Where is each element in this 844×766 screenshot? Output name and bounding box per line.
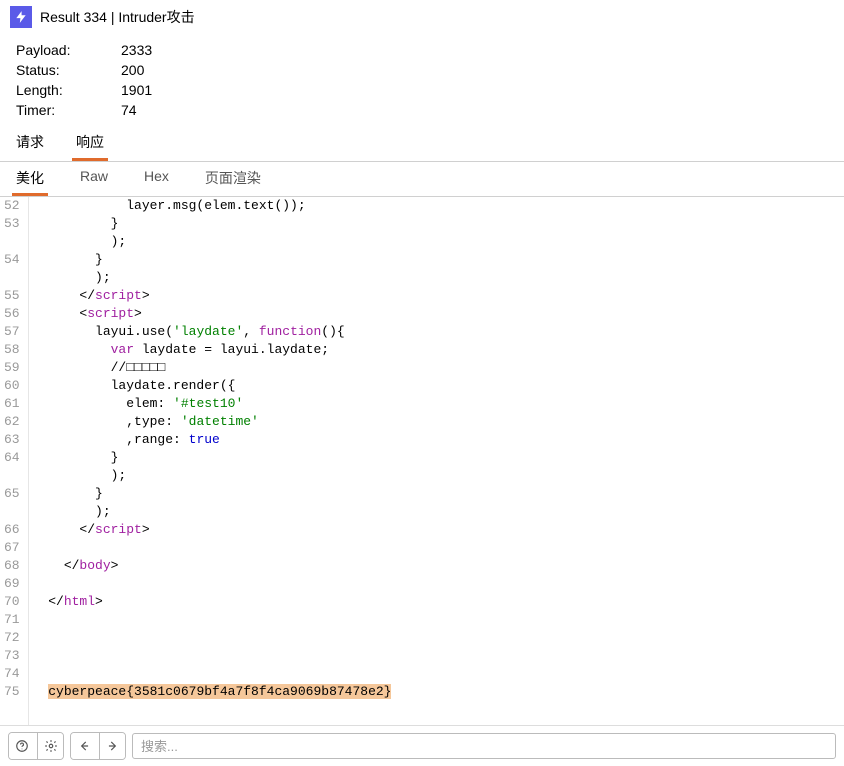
prev-button[interactable] (71, 733, 97, 759)
gear-icon (44, 739, 58, 753)
payload-value: 2333 (121, 40, 152, 60)
search-input[interactable] (132, 733, 836, 759)
help-button[interactable] (9, 733, 35, 759)
window-title: Result 334 | Intruder攻击 (40, 7, 195, 27)
help-icon (15, 739, 29, 753)
tab-hex[interactable]: Hex (140, 166, 173, 196)
app-icon (10, 6, 32, 28)
timer-value: 74 (121, 100, 137, 120)
tab-response[interactable]: 响应 (72, 128, 108, 161)
tab-raw[interactable]: Raw (76, 166, 112, 196)
next-button[interactable] (99, 733, 125, 759)
view-tabs: 美化 Raw Hex 页面渲染 (0, 162, 844, 197)
length-value: 1901 (121, 80, 152, 100)
request-response-tabs: 请求 响应 (0, 124, 844, 162)
status-value: 200 (121, 60, 144, 80)
settings-button[interactable] (37, 733, 63, 759)
tab-render[interactable]: 页面渲染 (201, 166, 265, 196)
nav-group (70, 732, 126, 760)
help-settings-group (8, 732, 64, 760)
tab-pretty[interactable]: 美化 (12, 166, 48, 196)
timer-label: Timer: (16, 100, 121, 120)
line-gutter: 5253 54 55565758596061626364 65 66676869… (0, 197, 29, 725)
result-info: Payload:2333 Status:200 Length:1901 Time… (0, 34, 844, 124)
status-label: Status: (16, 60, 121, 80)
footer-bar (0, 725, 844, 766)
code-viewer[interactable]: 5253 54 55565758596061626364 65 66676869… (0, 197, 844, 725)
arrow-left-icon (77, 739, 91, 753)
title-bar: Result 334 | Intruder攻击 (0, 0, 844, 34)
arrow-right-icon (106, 739, 120, 753)
length-label: Length: (16, 80, 121, 100)
payload-label: Payload: (16, 40, 121, 60)
code-content[interactable]: layer.msg(elem.text()); } ); } ); </scri… (29, 197, 844, 725)
tab-request[interactable]: 请求 (12, 128, 48, 161)
